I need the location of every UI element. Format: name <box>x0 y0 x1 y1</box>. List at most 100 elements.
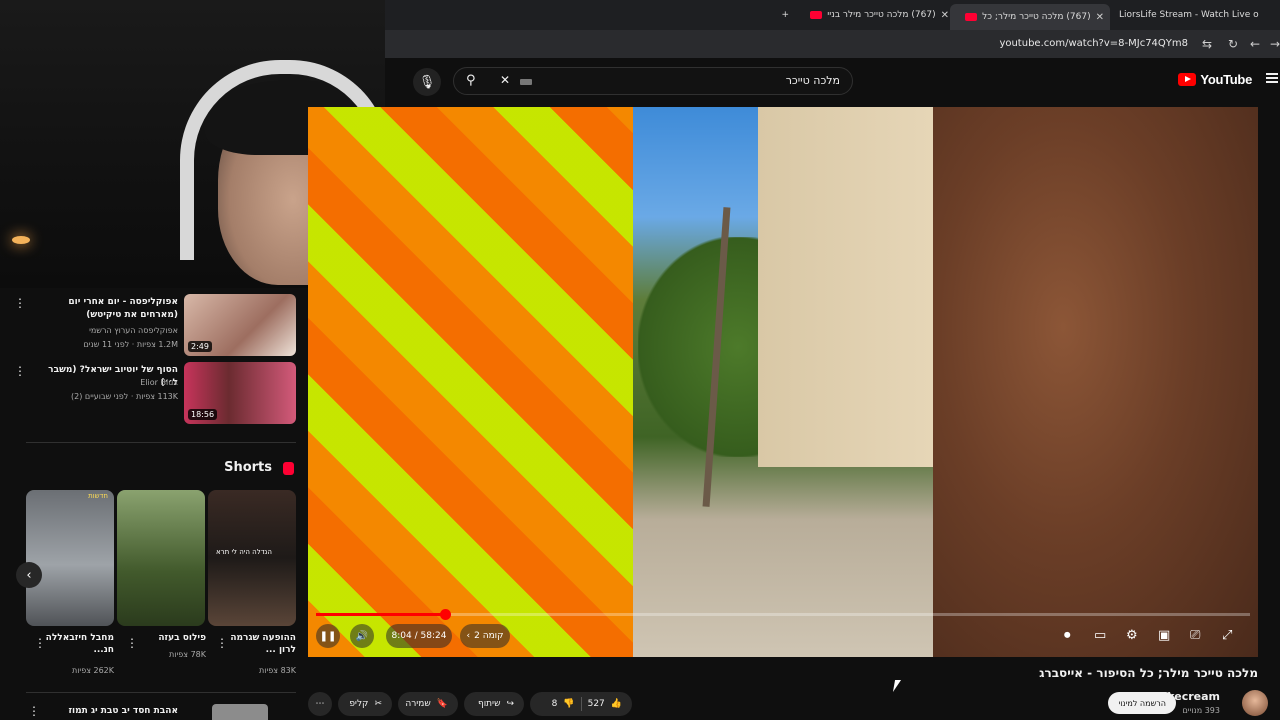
close-icon[interactable]: ✕ <box>1096 12 1104 23</box>
menu-icon[interactable] <box>1266 73 1278 83</box>
recommendation-title[interactable]: אהבת חסד יב טבת יג תמוז <box>38 705 178 718</box>
volume-button[interactable]: 🔊 <box>350 624 374 648</box>
dislike-icon[interactable]: 👎 <box>563 699 574 709</box>
recommendation-item[interactable]: 2:49 אפוקליפסה - יום אחרי יום (מארחים את… <box>14 294 296 356</box>
duration-badge: 18:56 <box>188 409 218 420</box>
divider <box>26 442 296 443</box>
tab-title: (767) מלכה טייכר מילר בניי <box>827 10 936 20</box>
duration-badge: 2:49 <box>188 341 212 352</box>
youtube-header: 🎙 ⚲ ✕ מלכה טייכר YouTube <box>385 58 1280 106</box>
video-frame-right <box>933 107 1258 657</box>
video-thumbnail[interactable]: 18:56 <box>184 362 296 424</box>
short-title[interactable]: ההופעה שגרמה לרון ... <box>216 632 296 656</box>
time-label: 8:04 / 58:24 <box>391 631 447 641</box>
video-thumbnail[interactable] <box>212 704 268 720</box>
keyboard-icon[interactable] <box>520 79 532 85</box>
chevron-right-icon: › <box>466 631 471 641</box>
more-options-icon[interactable]: ⋮ <box>126 636 138 650</box>
youtube-logo[interactable]: YouTube <box>1178 72 1252 87</box>
more-actions-button[interactable]: ⋯ <box>308 692 332 716</box>
subscribe-button[interactable]: הרשמה למינוי <box>1108 692 1176 714</box>
share-icon: ↪ <box>506 699 514 709</box>
share-button[interactable]: ↪ שיתוף <box>464 692 524 716</box>
tab-3[interactable]: ✕ (767) מלכה טייכר מילר בניי <box>790 4 955 26</box>
more-options-icon[interactable]: ⋮ <box>34 636 46 650</box>
miniplayer-icon[interactable]: ▣ <box>1158 628 1170 643</box>
save-button[interactable]: 🔖 שמירה <box>398 692 458 716</box>
divider <box>580 697 582 711</box>
youtube-icon <box>965 13 978 21</box>
video-thumbnail[interactable]: 2:49 <box>184 294 296 356</box>
tab-active[interactable]: ✕ (767) מלכה טייכר מילר; כל <box>950 4 1110 30</box>
clip-label: קליפ <box>349 699 369 709</box>
lamp-light <box>12 236 30 244</box>
video-player[interactable]: ❚❚ 🔊 8:04 / 58:24 קומה 2 › ⏺ ▭ ⚙ ▣ ⎚ ⤢ <box>308 107 1258 657</box>
tab-new[interactable]: + <box>735 4 795 26</box>
sidebar: 2:49 אפוקליפסה - יום אחרי יום (מארחים את… <box>0 288 308 720</box>
save-label: שמירה <box>405 699 431 709</box>
more-horizontal-icon: ⋯ <box>315 699 325 709</box>
short-card[interactable]: חדשות <box>26 490 114 626</box>
recommendation-title[interactable]: אפוקליפסה - יום אחרי יום (מארחים את טיקי… <box>38 296 178 322</box>
tab-1[interactable]: LiorsLife Stream - Watch Live o <box>1113 4 1280 26</box>
captions-icon[interactable]: ▭ <box>1094 628 1106 643</box>
more-options-icon[interactable]: ⋮ <box>14 296 26 310</box>
search-box[interactable]: ⚲ ✕ מלכה טייכר <box>453 67 853 95</box>
translate-icon[interactable]: ⇆ <box>1202 37 1212 51</box>
short-views: 78K צפיות <box>169 650 206 659</box>
address-bar: youtube.com/watch?v=8-MJc74QYm8 ⇆ ↻ ← → <box>385 30 1280 58</box>
volume-icon: 🔊 <box>355 630 369 642</box>
clip-button[interactable]: ✂ קליפ <box>338 692 392 716</box>
back-icon[interactable]: ← <box>1250 37 1260 51</box>
close-icon[interactable]: ✕ <box>941 10 949 21</box>
time-display: 8:04 / 58:24 <box>386 624 452 648</box>
like-icon[interactable]: 👍 <box>611 699 622 709</box>
progress-bar[interactable] <box>316 609 1250 620</box>
shorts-icon <box>283 462 294 475</box>
like-dislike-group[interactable]: 👍 527 👎 8 <box>530 692 632 716</box>
scrubber-handle[interactable] <box>439 609 451 620</box>
channel-name[interactable]: Elior Blux <box>28 378 178 387</box>
short-title[interactable]: מחבל חיזבאללה חנ... <box>34 632 114 656</box>
more-options-icon[interactable]: ⋮ <box>216 636 228 650</box>
search-icon[interactable]: ⚲ <box>466 73 476 88</box>
browser-tab-bar: + ✕ (767) מלכה טייכר מילר בניי ✕ (767) מ… <box>385 0 1280 30</box>
shorts-prev-button[interactable]: ‹ <box>16 562 42 588</box>
short-card[interactable]: הנדלה היה לי תרא <box>208 490 296 626</box>
like-count: 527 <box>587 699 605 709</box>
short-views: 262K צפיות <box>71 666 114 675</box>
youtube-icon <box>810 11 823 19</box>
autoplay-toggle-icon[interactable]: ⏺ <box>1064 628 1071 643</box>
fullscreen-icon[interactable]: ⤢ <box>1222 628 1232 643</box>
video-meta: 113K צפיות · לפני שבועיים (2) <box>71 392 178 401</box>
chapter-button[interactable]: קומה 2 › <box>460 624 510 648</box>
plus-icon[interactable]: + <box>781 10 789 20</box>
reload-icon[interactable]: ↻ <box>1228 37 1238 51</box>
url-field[interactable]: youtube.com/watch?v=8-MJc74QYm8 <box>999 38 1188 49</box>
video-frame-left <box>308 107 633 657</box>
settings-gear-icon[interactable]: ⚙ <box>1126 628 1138 643</box>
tab-title: (767) מלכה טייכר מילר; כל <box>982 12 1091 22</box>
mic-icon[interactable]: 🎙 <box>413 68 441 96</box>
channel-name[interactable]: אפוקליפסה הערוץ הרשמי <box>28 326 178 335</box>
video-meta: 1.2M צפיות · לפני 11 שנים <box>83 340 178 349</box>
short-card[interactable] <box>117 490 205 626</box>
more-options-icon[interactable]: ⋮ <box>14 364 26 378</box>
recommendation-item[interactable]: 18:56 הסוף של יוטיוב ישראל? (משבר ל׳׳) E… <box>14 362 296 424</box>
cast-icon[interactable]: ⎚ <box>1190 628 1200 643</box>
short-title[interactable]: פילוס בעזה <box>126 632 206 644</box>
divider <box>26 692 296 693</box>
chevron-left-icon: ‹ <box>26 567 32 583</box>
scissors-icon: ✂ <box>374 699 382 709</box>
dislike-count: 8 <box>551 699 558 709</box>
clear-search-icon[interactable]: ✕ <box>500 73 510 87</box>
forward-icon[interactable]: → <box>1270 37 1280 51</box>
more-options-icon[interactable]: ⋮ <box>28 704 40 718</box>
channel-avatar[interactable] <box>1242 690 1268 716</box>
video-building <box>758 107 933 467</box>
search-input[interactable]: מלכה טייכר <box>786 74 840 87</box>
pause-button[interactable]: ❚❚ <box>316 624 340 648</box>
video-title: מלכה טייכר מילר; כל הסיפור - אייסברג <box>1039 666 1258 680</box>
logo-text: YouTube <box>1200 72 1252 87</box>
subscriber-count: 393 מנויים <box>1182 706 1220 715</box>
